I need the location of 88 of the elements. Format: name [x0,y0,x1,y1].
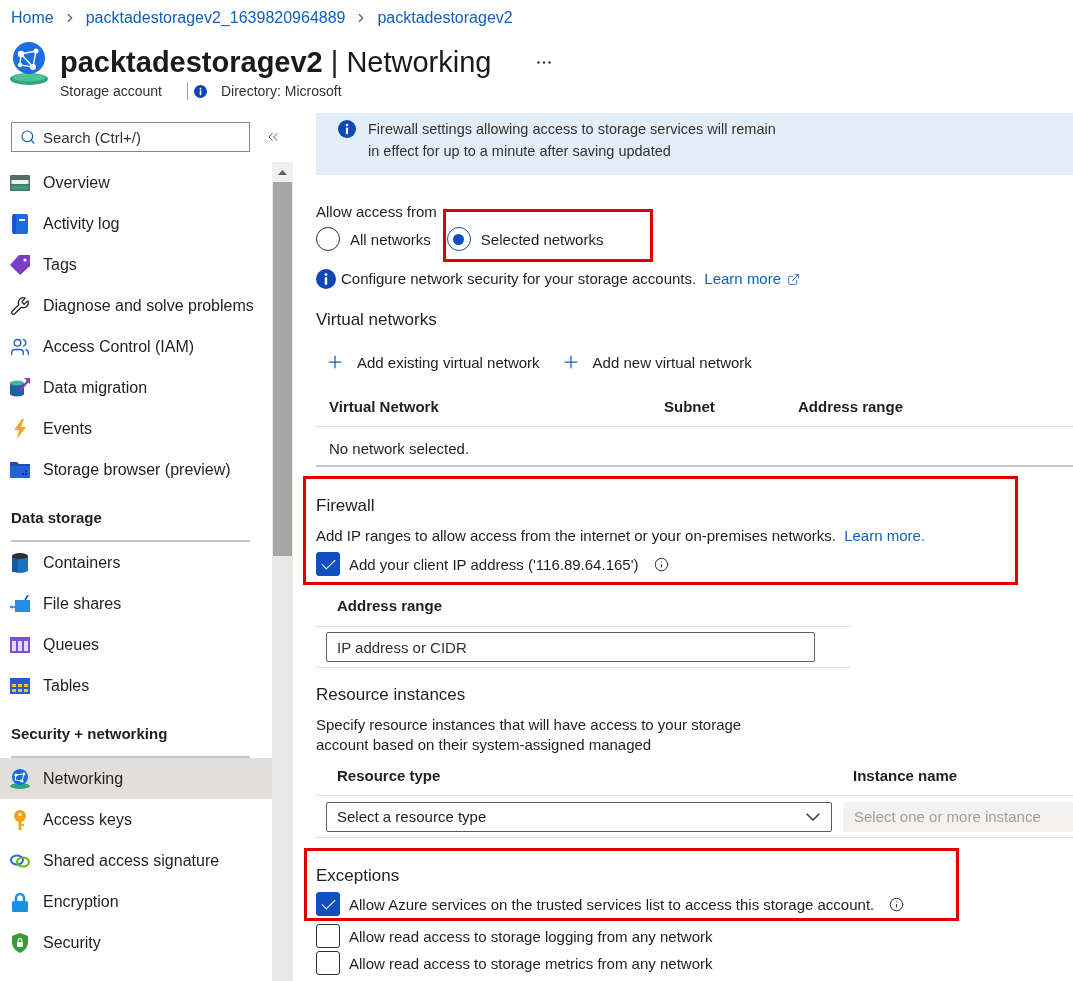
info-text: Configure network security for your storage accounts. Learn more [341,269,801,289]
search-icon [20,129,36,145]
checkbox[interactable] [316,552,340,576]
column-header: Instance name [852,766,959,784]
checkbox-label: Allow Azure services on the trusted services list to access this storage account. [349,895,875,913]
wrench-icon [10,295,30,316]
column-header: Address range [336,597,444,614]
section-description: Specify resource instances that will have access to your storage account based on their system-assigned managed [316,715,743,755]
field-label: Allow access from [316,203,438,221]
banner-text: Firewall settings allowing access to storage services will remain in effect for up to a minute after saving updated [368,120,776,161]
address-input[interactable]: IP address or CIDR [326,632,815,662]
learn-more-link[interactable]: Learn more. [844,526,925,546]
column-header: Address range [797,398,905,415]
checkbox-label: Allow read access to storage metrics from any network [349,954,713,972]
radio-label: Selected networks [480,230,604,248]
section-title: Firewall [316,495,376,517]
scrollbar[interactable] [272,162,293,981]
checkbox[interactable] [316,924,340,948]
firewall-description: Add IP ranges to allow access from the internet or your on-premises networks. Learn more. [316,526,926,546]
nav-item[interactable]: File shares [0,583,272,624]
radio-button[interactable] [446,227,471,251]
globe-icon [10,42,48,85]
checkbox[interactable] [316,951,340,975]
globe-icon [10,768,30,789]
radio-label: All networks [350,230,431,248]
chevron-down-icon [806,812,820,821]
share-folder-icon [10,594,30,613]
column-header: Subnet [663,398,716,415]
column-header: Virtual Network [328,398,440,415]
scroll-up-button[interactable] [272,162,293,182]
nav-item[interactable]: Events [0,408,272,449]
checkbox-label: Add your client IP address ('116.89.64.165') [349,555,639,573]
nav-item[interactable]: Storage browser (preview) [0,449,272,490]
page-title: packtadestoragev2 | Networking [60,45,492,80]
add-button[interactable]: Add new virtual network [560,352,752,372]
directory-text: Directory: Microsoft [220,83,342,99]
empty-message: No network selected. [329,439,470,457]
nav-item[interactable]: Security [0,922,272,963]
column-header: Resource type [336,766,442,784]
key-icon [14,809,26,830]
radio-button[interactable] [316,227,340,251]
nav-item[interactable]: Data migration [0,367,272,408]
people-icon [10,336,30,357]
nav-item[interactable]: Activity log [0,203,272,244]
queue-grid-icon [10,636,30,653]
nav-item[interactable]: Tags [0,244,272,285]
tag-icon [10,254,30,275]
shield-icon [12,932,28,953]
lock-icon [12,891,28,912]
ellipsis-icon [537,60,552,64]
breadcrumb-link[interactable]: packtadestoragev2 [377,9,513,27]
triangle-up-icon [278,169,287,175]
database-arrow-icon [10,377,30,398]
nav-item[interactable]: Overview [0,162,272,203]
checkbox-label: Allow read access to storage logging from any network [349,927,713,945]
nav-item[interactable]: Networking [0,758,272,799]
nav-item[interactable]: Diagnose and solve problems [0,285,272,326]
section-heading: Data storage [11,490,250,542]
list-panel-icon [10,174,30,191]
nav-item[interactable]: Access keys [0,799,272,840]
resource-type-select[interactable]: Select a resource type [326,801,832,832]
nav-item[interactable]: Encryption [0,881,272,922]
nav-item[interactable]: Access Control (IAM) [0,326,272,367]
scrollbar-thumb[interactable] [273,182,292,556]
resource-type-text: Storage account [60,83,162,99]
search-field[interactable]: Search (Ctrl+/) [11,122,250,152]
nav-item[interactable]: Queues [0,624,272,665]
section-title: Exceptions [316,865,401,887]
breadcrumb-link[interactable]: Home [11,9,54,27]
nav-item[interactable]: Shared access signature [0,840,272,881]
info-icon [316,269,336,289]
book-icon [12,213,28,234]
folder-icon [10,461,30,478]
chain-link-icon [10,853,30,868]
learn-more-link[interactable]: Learn more [704,269,801,289]
cylinder-icon [12,552,28,573]
table-icon [10,677,30,694]
info-icon [193,84,207,98]
lightning-icon [13,418,27,439]
section-title: Resource instances [316,684,467,706]
external-link-icon [787,272,801,286]
checkbox[interactable] [316,892,340,916]
nav-item[interactable]: Containers [0,542,272,583]
section-title: Virtual networks [316,309,438,331]
nav-item[interactable]: Tables [0,665,272,706]
add-button[interactable]: Add existing virtual network [325,352,540,372]
breadcrumb-link[interactable]: packtadestoragev2_1639820964889 [85,9,346,27]
info-icon [338,120,356,138]
